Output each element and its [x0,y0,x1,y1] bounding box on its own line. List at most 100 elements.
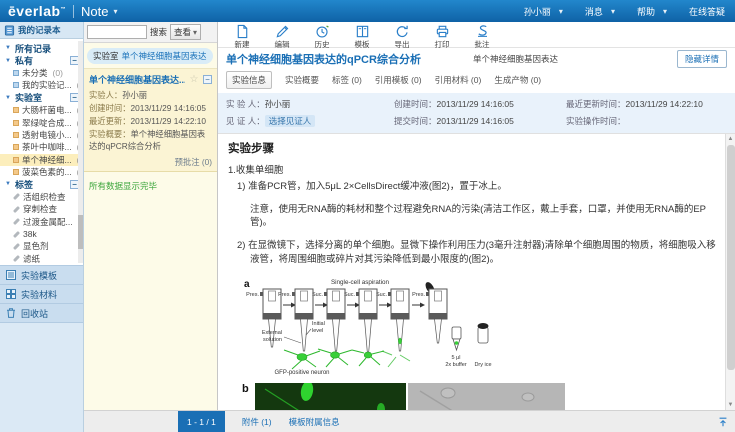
breadcrumb-chip[interactable]: 实验室单个神经细胞基因表达 [87,48,213,64]
micrograph-gfp: 10 μm [255,383,406,410]
sidebar-item-lab-3[interactable]: 茶叶中咖啡... (2) [0,141,83,153]
all-data-loaded-message: 所有数据显示完毕 [84,172,217,200]
sidebar-tag-1[interactable]: 穿刺检查 [0,203,83,215]
breadcrumb: 实验室单个神经细胞基因表达 [84,43,217,69]
attachments-tab[interactable]: 附件 (1) [242,416,272,428]
search-input[interactable] [87,25,147,39]
witness-label: 见 证 人： [226,116,265,126]
sidebar-tag-4[interactable]: 显色剂 [0,240,83,252]
notebook-header[interactable]: 我的记录本 [0,22,83,39]
tab-products[interactable]: 生成产物 (0) [494,74,541,86]
notebook-square-icon [13,157,19,163]
tag-label: 活组织检查 [23,191,66,203]
external-solution-label: External [262,330,282,336]
logo-text: ēverlab [8,3,61,19]
search-button[interactable]: 搜索 [150,26,167,38]
sidebar-item-all-records[interactable]: ▼ 所有记录 [0,42,83,54]
sidebar-section-tags[interactable]: ▼ 标签 − [0,178,83,190]
tab-referenced-materials[interactable]: 引用材料 (0) [435,74,482,86]
micrograph-grid: 10 μm [255,383,565,410]
sidebar-section-lab[interactable]: ▼ 实验室 − [0,92,83,104]
view-dropdown[interactable]: 查看▾ [170,24,201,40]
sidebar-item-lab-0[interactable]: 大肠杆菌电... (5) [0,104,83,116]
choose-witness-button[interactable]: 选择见证人 [265,115,316,127]
tag-label: 38k [23,229,37,239]
dry-ice-label: Dry ice [474,362,491,368]
info-created: 创建时间：2013/11/29 14:16:05 [394,98,566,110]
scroll-up-arrow[interactable]: ▲ [726,134,735,144]
sidebar-item-lab-2[interactable]: 透射电镜小... (0) [0,129,83,141]
sidebar-item-lab-5[interactable]: 菠菜色素的... (1) [0,166,83,178]
star-icon[interactable]: ☆ [190,74,199,85]
tab-experiment-info[interactable]: 实验信息 [226,71,272,89]
export-button[interactable]: 导出 [382,24,422,50]
hide-details-button[interactable]: 隐藏详情 [677,50,727,68]
template-button[interactable]: 模板 [342,24,382,50]
tag-icon [13,243,20,250]
template-icon [5,269,17,281]
step1-substep1: 1) 准备PCR管，加入5μL 2×CellsDirect缓冲液(图2)，置于冰… [228,180,719,194]
diagram-title: Single-cell aspiration [331,279,390,286]
print-button[interactable]: 打印 [422,24,462,50]
sidebar-item-uncategorized[interactable]: 未分类 (0) [0,67,83,79]
scrollbar-thumb[interactable] [727,145,735,370]
triangle-down-icon: ▼ [5,45,12,51]
logo-tm: ™ [61,6,67,12]
item-label: 茶叶中咖啡... [22,141,72,153]
new-button[interactable]: 新建 [222,24,262,50]
lab-label: 实验室 [15,92,42,104]
panel-a-label: a [244,279,250,290]
collapse-icon[interactable]: − [203,75,212,84]
operation-time-label: 实验操作时间： [566,116,626,126]
updated-value: 2013/11/29 14:22:10 [131,116,207,126]
sidebar-item-my-records[interactable]: 我的实验记... (1) [0,79,83,91]
online-support-link[interactable]: 在线答疑 [689,5,725,18]
sidebar-bottom-nav: 实验模板 实验材料 回收站 [0,265,83,322]
scrollbar-thumb[interactable] [78,215,83,249]
notebook-square-icon [13,132,19,138]
created-time-value: 2013/11/29 14:16:05 [437,99,514,109]
detail-tabs: 实验信息 实验概要 标签 (0) 引用模板 (0) 引用材料 (0) 生成产物 … [218,70,735,93]
card-title[interactable]: 单个神经细胞基因表达... [89,73,185,86]
sidebar-scrollbar[interactable] [78,41,83,263]
user-menu[interactable]: 孙小丽▾ [524,5,563,18]
sidebar-tag-5[interactable]: 滤纸 [0,253,83,265]
sidebar-item-lab-4-selected[interactable]: 单个神经细... (1) [0,154,83,166]
help-menu[interactable]: 帮助▾ [637,5,667,18]
sidebar-item-lab-1[interactable]: 翠绿啶合成... (7) [0,116,83,128]
tag-icon [13,255,20,262]
sidebar-item-templates[interactable]: 实验模板 [0,265,83,284]
item-label: 大肠杆菌电... [22,104,72,116]
history-button[interactable]: 历史 [302,24,342,50]
annotation-count-link[interactable]: 预批注 (0) [89,156,212,168]
notebook-square-icon [13,144,19,150]
item-label: 菠菜色素的... [22,166,72,178]
chevron-down-icon[interactable]: ▾ [114,7,118,16]
scroll-down-arrow[interactable]: ▼ [726,400,735,410]
dry-ice-tube [478,323,489,343]
tag-icon [13,206,20,213]
edit-button[interactable]: 编辑 [262,24,302,50]
card-updated: 最近更新：2013/11/29 14:22:10 [89,115,212,128]
initial-level-label: Initial [312,321,325,327]
experiment-card[interactable]: 单个神经细胞基因表达... ☆ − 实验人：孙小丽 创建时间：2013/11/2… [84,69,217,172]
sidebar-tag-0[interactable]: 活组织检查 [0,191,83,203]
tab-tags[interactable]: 标签 (0) [332,74,362,86]
experimenter-label: 实 验 人： [226,99,265,109]
sidebar-tag-2[interactable]: 过渡金属配... [0,215,83,227]
messages-menu[interactable]: 消息▾ [585,5,615,18]
content-scrollbar[interactable]: ▲ ▼ [725,134,735,410]
sidebar-item-recycle-bin[interactable]: 回收站 [0,303,83,322]
sidebar-item-materials[interactable]: 实验材料 [0,284,83,303]
template-info-tab[interactable]: 模板附属信息 [289,416,340,428]
annotate-button[interactable]: 批注 [462,24,502,50]
tab-experiment-summary[interactable]: 实验概要 [285,74,319,86]
back-to-top-button[interactable] [717,416,729,428]
sidebar-section-private[interactable]: ▼ 私有 − [0,54,83,66]
tab-referenced-templates[interactable]: 引用模板 (0) [375,74,422,86]
pressure-label: Pres. [278,292,291,298]
sidebar-tag-3[interactable]: 38k [0,228,83,240]
username: 孙小丽 [524,5,551,18]
info-op-time: 实验操作时间： [566,115,727,127]
owner-label: 实验人： [89,90,122,100]
